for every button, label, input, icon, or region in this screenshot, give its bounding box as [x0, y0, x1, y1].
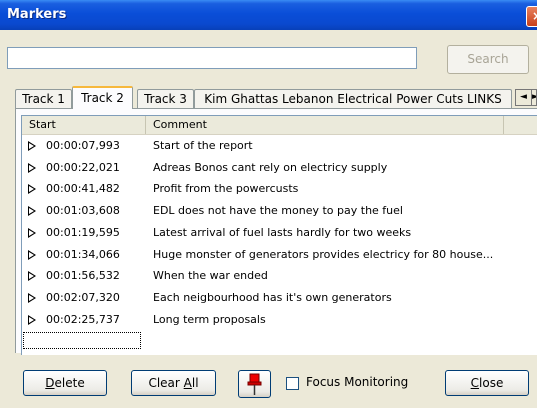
list-item[interactable]: 00:00:07,993 Start of the report [22, 135, 537, 157]
marker-comment: EDL does not have the money to pay the f… [153, 204, 403, 218]
pin-icon [247, 373, 262, 395]
tab-scroll-right-icon[interactable]: ► [531, 89, 537, 106]
tab-track-3[interactable]: Track 3 [137, 89, 194, 108]
tab-scroll-left-icon[interactable]: ◄ [515, 89, 532, 106]
play-icon[interactable] [28, 249, 36, 260]
focus-monitoring-label: Focus Monitoring [306, 375, 409, 389]
play-icon[interactable] [28, 227, 36, 238]
marker-start: 00:01:34,066 [46, 247, 120, 261]
marker-start: 00:01:19,595 [46, 225, 120, 239]
search-button[interactable]: Search [447, 45, 529, 74]
tab-track-links[interactable]: Kim Ghattas Lebanon Electrical Power Cut… [194, 89, 512, 108]
tab-track-1[interactable]: Track 1 [15, 89, 72, 108]
window-title: Markers [7, 7, 67, 22]
marker-comment: Profit from the powercusts [153, 182, 299, 196]
marker-start: 00:01:03,608 [46, 204, 120, 218]
play-icon[interactable] [28, 184, 36, 195]
bottom-toolbar: Delete Clear All Focus Monitoring Close [0, 355, 537, 408]
list-item[interactable]: 00:02:07,320 Each neigbourhood has it's o… [22, 287, 537, 309]
list-item[interactable]: 00:00:41,482 Profit from the powercusts [22, 178, 537, 200]
column-header-start[interactable]: Start [22, 116, 146, 134]
list-item[interactable]: 00:01:34,066 Huge monster of generators p… [22, 244, 537, 266]
track-tabs: Track 1 Track 2 Track 3 Kim Ghattas Leba… [15, 86, 537, 109]
column-header-comment[interactable]: Comment [146, 116, 504, 134]
play-icon[interactable] [28, 206, 36, 217]
play-icon[interactable] [28, 141, 36, 151]
focus-monitoring-checkbox[interactable] [286, 377, 299, 390]
marker-start: 00:00:22,021 [46, 160, 120, 174]
marker-comment: Each neigbourhood has it's own generator… [153, 290, 392, 304]
pin-button[interactable] [238, 370, 271, 398]
play-icon[interactable] [28, 314, 36, 325]
close-button[interactable]: Close [445, 370, 529, 396]
marker-comment: When the war ended [153, 269, 268, 283]
marker-start: 00:02:25,737 [46, 312, 120, 326]
play-icon[interactable] [28, 292, 36, 303]
title-bar[interactable]: Markers × [0, 0, 537, 30]
marker-start: 00:01:56,532 [46, 269, 120, 283]
new-marker-row[interactable] [23, 332, 141, 349]
marker-comment: Adreas Bonos cant rely on electricy supp… [153, 160, 388, 174]
list-item[interactable]: 00:01:03,608 EDL does not have the money … [22, 200, 537, 222]
markers-window: Markers × Search Track 1 Track 2 Track 3… [0, 0, 537, 408]
marker-start: 00:02:07,320 [46, 290, 120, 304]
marker-comment: Long term proposals [153, 312, 266, 326]
delete-button[interactable]: Delete [23, 370, 107, 396]
list-item[interactable]: 00:00:22,021 Adreas Bonos cant rely on el… [22, 157, 537, 179]
marker-comment: Start of the report [153, 139, 253, 152]
clear-all-button[interactable]: Clear All [131, 370, 216, 396]
marker-comment: Huge monster of generators provides elec… [153, 247, 494, 261]
marker-start: 00:00:41,482 [46, 182, 120, 196]
list-item[interactable]: 00:01:19,595 Latest arrival of fuel lasts… [22, 222, 537, 244]
list-header: Start Comment [22, 116, 537, 135]
markers-list[interactable]: Start Comment 00:00:07,993 Start of the r… [21, 115, 537, 355]
search-input[interactable] [7, 47, 417, 69]
play-icon[interactable] [28, 162, 36, 173]
marker-start: 00:00:07,993 [46, 139, 120, 152]
list-item[interactable]: 00:01:56,532 When the war ended [22, 265, 537, 287]
list-item[interactable]: 00:02:25,737 Long term proposals [22, 309, 537, 331]
play-icon[interactable] [28, 271, 36, 282]
tab-track-2[interactable]: Track 2 [72, 86, 133, 109]
marker-comment: Latest arrival of fuel lasts hardly for … [153, 225, 412, 239]
window-close-button[interactable]: × [526, 6, 537, 27]
